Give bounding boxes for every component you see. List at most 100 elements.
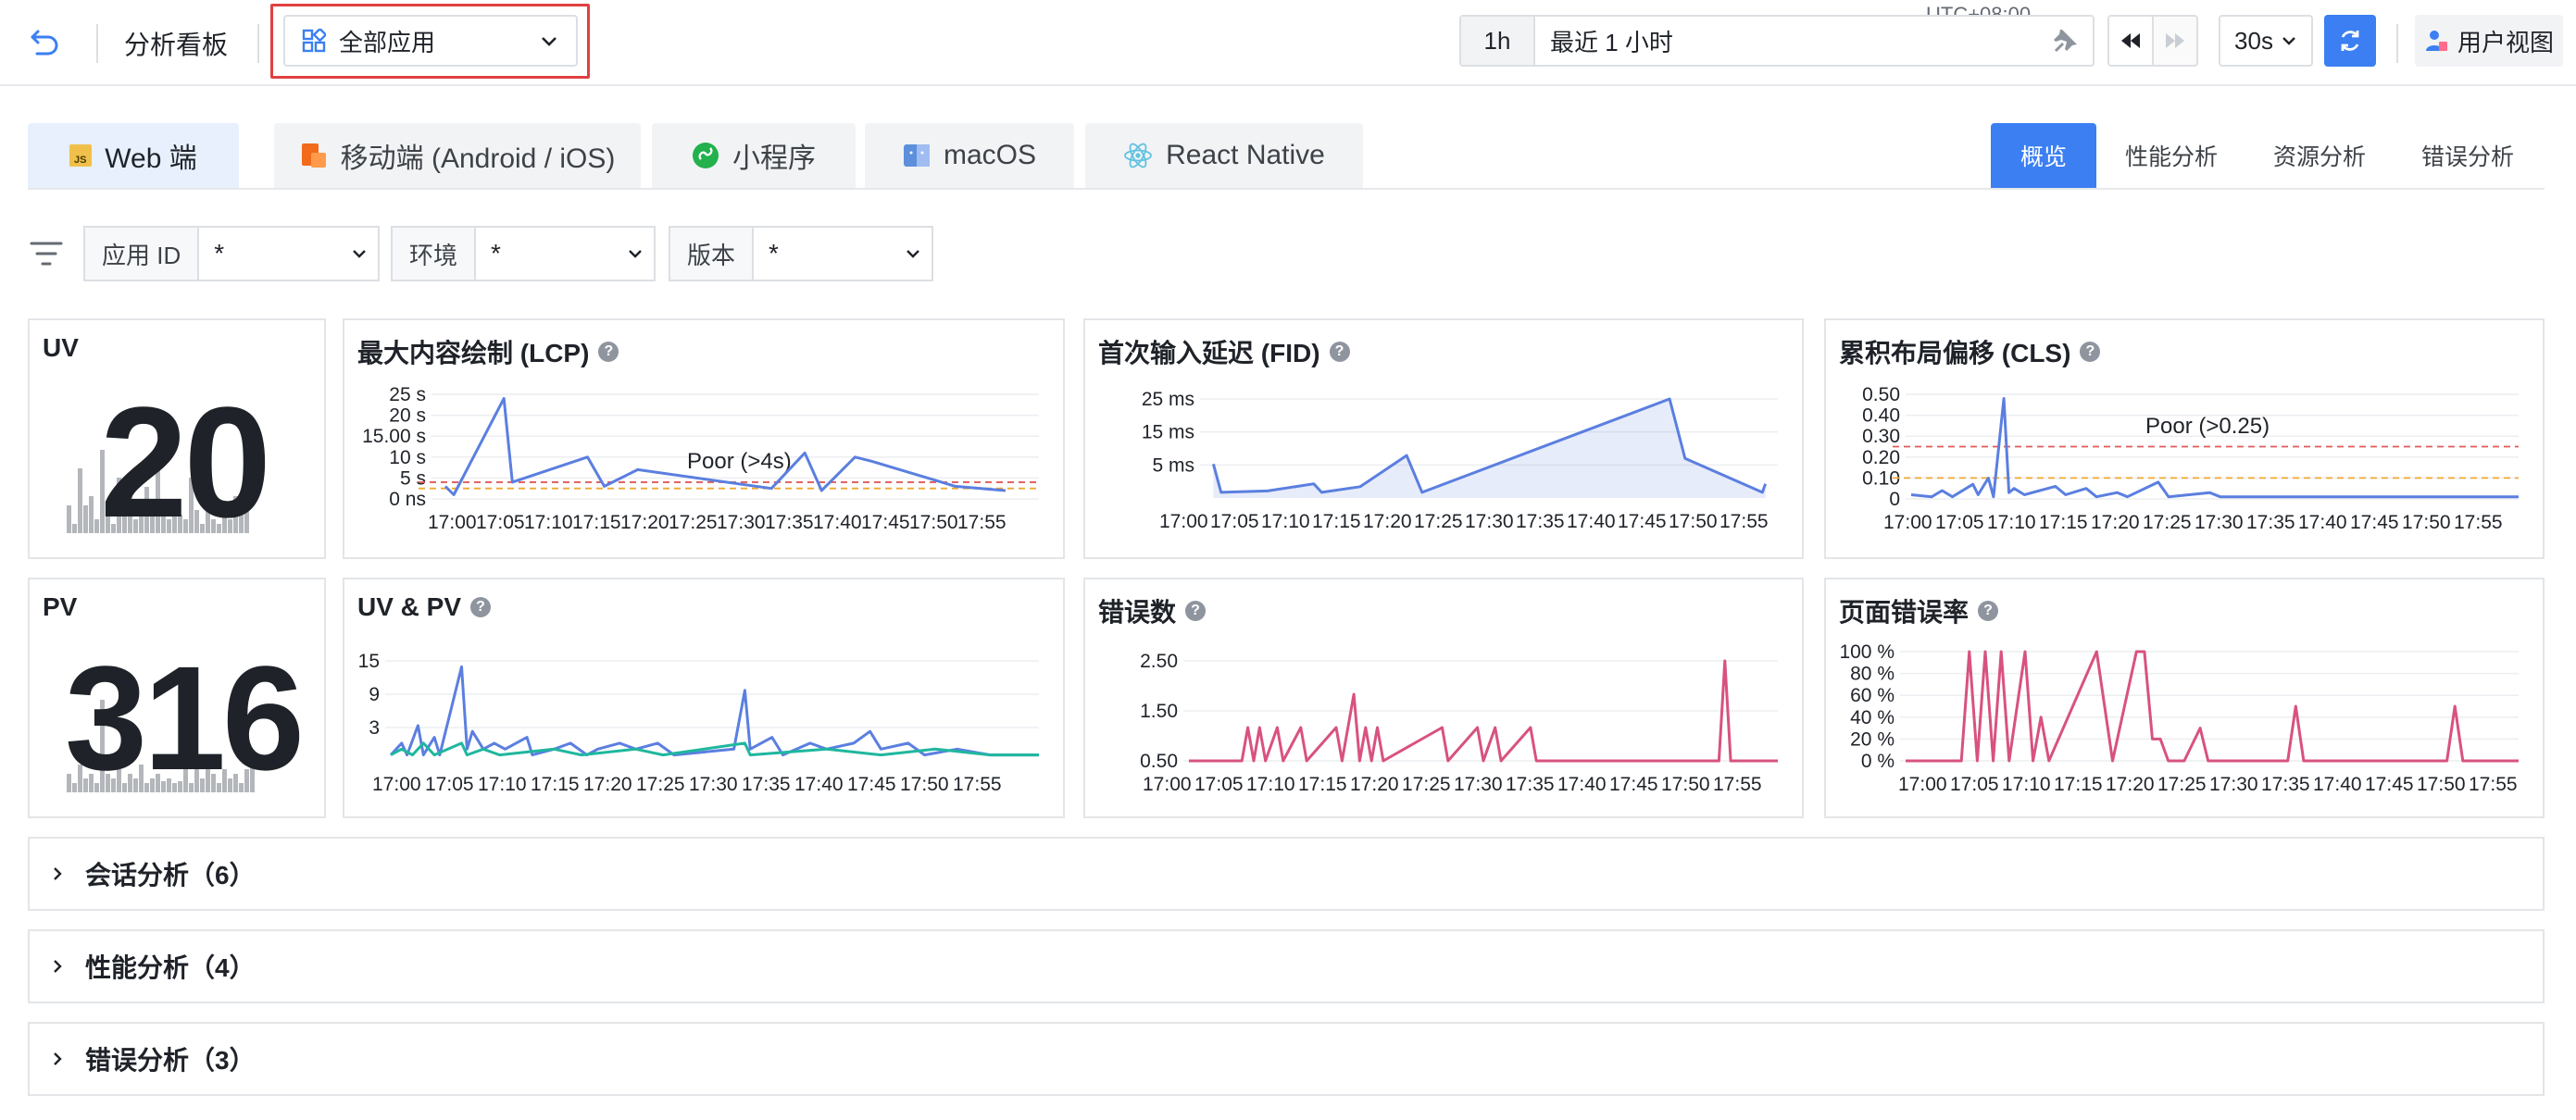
tab-overview[interactable]: 概览 (1991, 123, 2096, 188)
refresh-interval-value: 30s (2234, 26, 2273, 55)
x-tick-label: 17:35 (2261, 774, 2310, 795)
x-tick-label: 17:20 (1363, 511, 1412, 532)
section-title: 错误分析（3） (85, 1046, 256, 1075)
chevron-right-icon (54, 960, 62, 973)
y-tick-label: 15.00 s (362, 426, 426, 447)
x-tick-label: 17:20 (2106, 774, 2155, 795)
refresh-icon (2341, 31, 2359, 51)
step-back-button[interactable] (2107, 15, 2154, 67)
x-tick-label: 17:10 (1246, 774, 1295, 795)
miniprogram-icon (693, 143, 719, 168)
user-view-button[interactable]: 用户视图 (2415, 15, 2563, 67)
x-tick-label: 17:50 (909, 512, 958, 533)
y-tick-label: 10 s (389, 447, 426, 468)
chevron-down-icon (629, 250, 642, 258)
help-icon[interactable]: ? (470, 597, 492, 617)
filter-version[interactable]: 版本 * (669, 226, 933, 281)
x-tick-label: 17:20 (2091, 512, 2140, 533)
tab-react-native[interactable]: React Native (1085, 123, 1363, 188)
x-tick-label: 17:30 (1465, 511, 1514, 532)
x-tick-label: 17:55 (953, 774, 1002, 795)
undo-arrow-icon (31, 30, 58, 56)
time-range-label: 最近 1 小时 (1550, 28, 1673, 56)
tab-resources[interactable]: 资源分析 (2259, 123, 2380, 188)
y-tick-label: 0 ns (389, 489, 426, 510)
x-tick-label: 17:05 (476, 512, 525, 533)
y-tick-label: 3 (369, 717, 380, 739)
tab-label: macOS (943, 140, 1037, 170)
x-tick-label: 17:55 (2454, 512, 2503, 533)
chart-title: 页面错误率 (1839, 598, 1970, 627)
tab-performance[interactable]: 性能分析 (2111, 123, 2232, 188)
x-tick-label: 17:40 (813, 512, 862, 533)
x-tick-label: 17:30 (689, 774, 738, 795)
tab-web[interactable]: JS Web 端 (28, 123, 239, 188)
filter-environment[interactable]: 环境 * (391, 226, 656, 281)
y-tick-label: 5 ms (1152, 454, 1194, 476)
x-tick-label: 17:25 (1414, 511, 1463, 532)
help-icon[interactable]: ? (598, 342, 619, 362)
filter-button[interactable] (26, 235, 67, 272)
quick-range-button[interactable]: 1h (1461, 17, 1535, 65)
series-line (389, 665, 1039, 757)
x-tick-label: 17:40 (794, 774, 844, 795)
help-icon[interactable]: ? (1978, 601, 1999, 621)
filter-label: 环境 (393, 228, 477, 280)
sparkline-bar (72, 524, 77, 533)
lcp-panel: 25 s 20 s 15.00 s 10 s5 s0 ns 17:00 17:05 17:1… (343, 318, 1065, 559)
divider (2396, 24, 2398, 63)
divider (257, 24, 259, 63)
js-icon: JS (69, 144, 93, 167)
tab-label: Web 端 (105, 143, 197, 174)
section-performance-analysis[interactable]: 性能分析（4） (28, 929, 2545, 1003)
threshold-annotation: Poor (>0.25) (2145, 414, 2270, 439)
x-tick-label: 17:30 (2195, 512, 2244, 533)
tab-errors[interactable]: 错误分析 (2407, 123, 2528, 188)
filter-label: 应用 ID (85, 228, 200, 280)
refresh-interval-select[interactable]: 30s (2219, 15, 2313, 67)
x-tick-label: 17:50 (900, 774, 949, 795)
x-tick-label: 17:05 (1210, 511, 1259, 532)
help-icon[interactable]: ? (1185, 601, 1207, 621)
time-range-picker[interactable]: 1h 最近 1 小时 (1459, 15, 2095, 67)
x-tick-label: 17:00 (428, 512, 477, 533)
y-tick-label: 1.50 (1140, 701, 1178, 722)
x-tick-label: 17:00 (1898, 774, 1947, 795)
sparkline-bar (83, 505, 88, 533)
section-session-analysis[interactable]: 会话分析（6） (28, 837, 2545, 911)
app-selector[interactable]: 全部应用 (283, 15, 578, 67)
tab-miniprogram[interactable]: 小程序 (652, 123, 856, 188)
x-tick-label: 17:35 (742, 774, 791, 795)
help-icon[interactable]: ? (2080, 342, 2101, 362)
x-tick-label: 17:55 (1713, 774, 1762, 795)
x-tick-label: 17:45 (1609, 774, 1658, 795)
x-tick-label: 17:45 (1618, 511, 1667, 532)
sparkline-bar (94, 519, 99, 533)
tab-label: 移动端 (Android / iOS) (340, 143, 616, 174)
x-tick-label: 17:30 (717, 512, 766, 533)
y-tick-label: 0.30 (1862, 426, 1900, 447)
y-tick-label: 15 ms (1142, 422, 1194, 443)
x-tick-label: 17:20 (620, 512, 669, 533)
help-icon[interactable]: ? (1329, 342, 1350, 362)
chevron-down-icon (542, 37, 556, 46)
x-tick-label: 17:35 (2246, 512, 2295, 533)
step-forward-button[interactable] (2152, 15, 2198, 67)
tab-mobile[interactable]: 移动端 (Android / iOS) (274, 123, 641, 188)
x-tick-label: 17:15 (572, 512, 621, 533)
back-button[interactable] (22, 20, 69, 65)
tab-macos[interactable]: macOS (865, 123, 1074, 188)
pin-icon[interactable] (2052, 27, 2080, 55)
x-tick-label: 17:50 (1669, 511, 1718, 532)
x-tick-label: 17:35 (765, 512, 814, 533)
section-error-analysis[interactable]: 错误分析（3） (28, 1022, 2545, 1096)
x-tick-label: 17:40 (1567, 511, 1616, 532)
errors-panel: 2.50 1.50 0.50 17:00 17:05 17:10 17:15 17:20 17:… (1083, 578, 1804, 818)
x-tick-label: 17:05 (1935, 512, 1984, 533)
sparkline-bar (78, 468, 82, 533)
fid-panel: 25 ms 15 ms 5 ms 17:00 17:05 17:10 17:15 17:20 1… (1083, 318, 1804, 559)
refresh-button[interactable] (2324, 15, 2376, 67)
x-tick-label: 17:25 (2157, 774, 2207, 795)
x-tick-label: 17:05 (1194, 774, 1244, 795)
filter-app-id[interactable]: 应用 ID * (83, 226, 380, 281)
